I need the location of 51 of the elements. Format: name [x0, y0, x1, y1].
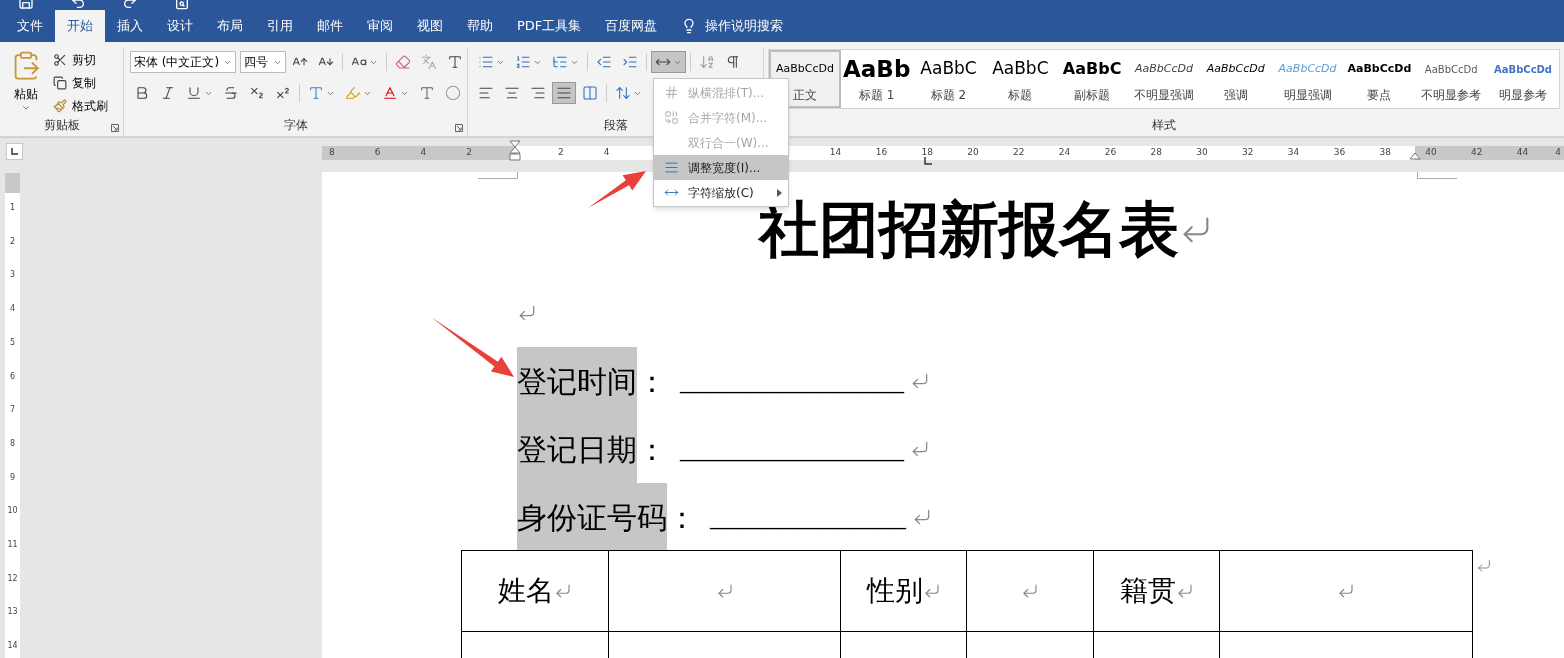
ruler-number: 24: [1058, 147, 1071, 157]
ruler-number: 12: [6, 573, 19, 584]
ruler-number: 11: [6, 540, 19, 550]
ruler-number: 2: [8, 236, 17, 247]
ruler-number: 6: [8, 371, 17, 382]
group-label: 样式: [1152, 117, 1176, 134]
field-label: 登记时间: [517, 347, 637, 415]
ruler-number: 20: [967, 147, 979, 157]
ruler-number: 18: [921, 147, 933, 157]
table-cell: 籍贯: [1093, 550, 1220, 632]
ruler-number: 7: [8, 405, 17, 416]
ruler-number: 34: [1287, 147, 1300, 157]
ruler-number: 28: [1150, 147, 1162, 157]
document-title: 社团招新报名表: [759, 198, 1179, 262]
field-colon: ：: [667, 499, 697, 536]
group-label: 段落: [603, 117, 628, 134]
ruler-number: 44: [1516, 147, 1529, 157]
ruler-number: 40: [1425, 147, 1437, 157]
ruler-number: 36: [1333, 147, 1346, 157]
field-label: 登记日期: [517, 415, 637, 483]
ruler-number: 14: [829, 147, 842, 157]
ruler-number: 13: [6, 607, 19, 618]
ruler-number: 2: [466, 147, 473, 157]
ruler-number: 6: [374, 147, 381, 157]
ruler-number: 4: [603, 147, 610, 157]
ruler-number: 16: [875, 147, 888, 157]
table-cell: 性别: [840, 550, 967, 632]
table-cell: 姓名: [461, 550, 609, 632]
ruler-number: 2: [557, 147, 564, 157]
ruler-number: 5: [8, 337, 17, 348]
field-colon: ：: [637, 363, 667, 400]
ruler-number: 22: [1013, 147, 1025, 157]
ruler-number: 26: [1104, 147, 1117, 157]
field-label: 身份证号码: [517, 483, 667, 551]
ruler-number: 42: [1471, 147, 1483, 157]
ruler-number: 4: [420, 147, 427, 157]
ruler-number: 9: [8, 472, 17, 483]
ruler-number: 38: [1379, 147, 1391, 157]
ruler-number: 8: [8, 438, 17, 449]
field-colon: ：: [637, 431, 667, 468]
ruler-number: 14: [6, 641, 19, 652]
ruler-number: 32: [1242, 147, 1254, 157]
group-label: 字体: [283, 117, 308, 134]
group-label: 剪贴板: [43, 117, 80, 134]
ruler-number: 1: [8, 203, 17, 213]
ruler-number: 30: [1196, 147, 1208, 157]
ruler-number: 4: [8, 304, 17, 315]
ruler-number: 10: [6, 506, 19, 517]
ruler-number: 8: [328, 147, 335, 157]
ruler-number: 4: [1555, 147, 1561, 157]
ruler-number: 3: [8, 270, 17, 281]
